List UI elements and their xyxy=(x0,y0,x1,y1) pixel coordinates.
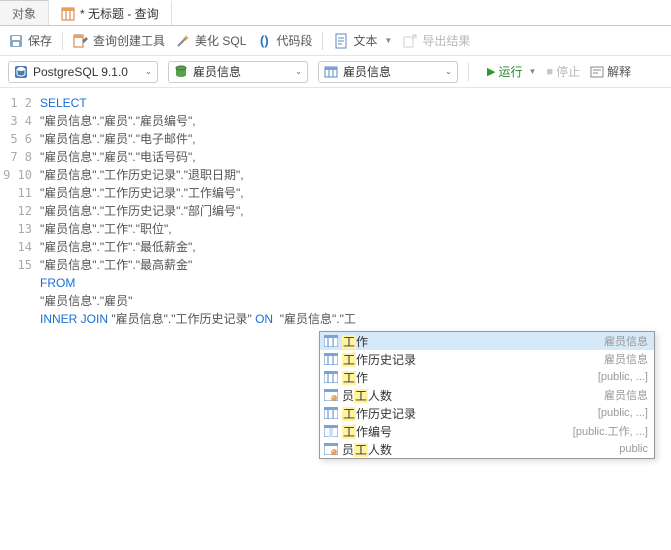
autocomplete-item[interactable]: 工作编号[public.工作, ...] xyxy=(320,422,654,440)
export-label: 导出结果 xyxy=(422,32,470,49)
autocomplete-schema: [public.工作, ...] xyxy=(573,423,648,439)
autocomplete-label: 工作 xyxy=(342,369,594,386)
autocomplete-schema: public xyxy=(619,443,648,455)
stop-button[interactable]: ■ 停止 xyxy=(546,63,580,80)
play-icon: ▶ xyxy=(487,65,495,78)
run-button[interactable]: ▶ 运行 ▼ xyxy=(487,63,536,80)
view-icon xyxy=(324,389,338,401)
separator xyxy=(62,32,63,50)
table-value: 雇员信息 xyxy=(343,63,436,80)
context-bar: PostgreSQL 9.1.0 ⌄ 雇员信息 ⌄ 雇员信息 ⌄ ▶ 运行 ▼ … xyxy=(0,56,671,88)
autocomplete-schema: [public, ...] xyxy=(598,407,648,419)
query-builder-icon xyxy=(73,33,89,49)
autocomplete-label: 工作 xyxy=(342,333,600,350)
wand-icon xyxy=(175,33,191,49)
tab-objects[interactable]: 对象 xyxy=(0,0,49,25)
document-icon xyxy=(333,33,349,49)
autocomplete-item[interactable]: 工作雇员信息 xyxy=(320,332,654,350)
table-icon xyxy=(61,7,75,21)
export-button[interactable]: 导出结果 xyxy=(402,32,470,49)
autocomplete-item[interactable]: 员工人数 public xyxy=(320,440,654,458)
run-label: 运行 xyxy=(498,63,522,80)
explain-button[interactable]: 解释 xyxy=(590,63,631,80)
beautify-label: 美化 SQL xyxy=(195,32,246,49)
table-icon xyxy=(324,335,338,347)
schema-icon xyxy=(173,64,189,80)
separator xyxy=(322,32,323,50)
autocomplete-label: 员工人数 xyxy=(342,387,600,404)
query-builder-label: 查询创建工具 xyxy=(93,32,165,49)
line-gutter: 1 2 3 4 5 6 7 8 9 10 11 12 13 14 15 xyxy=(0,88,40,550)
beautify-button[interactable]: 美化 SQL xyxy=(175,32,246,49)
table-icon xyxy=(324,407,338,419)
database-dropdown[interactable]: PostgreSQL 9.1.0 ⌄ xyxy=(8,61,158,83)
autocomplete-item[interactable]: 工作历史记录雇员信息 xyxy=(320,350,654,368)
stop-icon: ■ xyxy=(546,66,553,78)
stop-label: 停止 xyxy=(556,63,580,80)
sql-editor[interactable]: 1 2 3 4 5 6 7 8 9 10 11 12 13 14 15 SELE… xyxy=(0,88,671,550)
autocomplete-schema: 雇员信息 xyxy=(604,351,648,367)
chevron-down-icon: ⌄ xyxy=(440,61,458,83)
tab-query-label: * 无标题 - 查询 xyxy=(80,5,159,22)
autocomplete-label: 工作历史记录 xyxy=(342,405,594,422)
chevron-down-icon: ▼ xyxy=(528,67,536,76)
save-label: 保存 xyxy=(28,32,52,49)
table-icon xyxy=(323,64,339,80)
schema-value: 雇员信息 xyxy=(193,63,286,80)
autocomplete-schema: 雇员信息 xyxy=(604,387,648,403)
database-icon xyxy=(13,64,29,80)
code-area[interactable]: SELECT "雇员信息"."雇员"."雇员编号", "雇员信息"."雇员"."… xyxy=(40,88,671,550)
tab-bar: 对象 * 无标题 - 查询 xyxy=(0,0,671,26)
text-button[interactable]: 文本 ▼ xyxy=(333,32,392,49)
autocomplete-label: 工作编号 xyxy=(342,423,569,440)
snippet-label: 代码段 xyxy=(276,32,312,49)
view-icon xyxy=(324,443,338,455)
query-builder-button[interactable]: 查询创建工具 xyxy=(73,32,165,49)
autocomplete-label: 员工人数 xyxy=(342,441,615,458)
toolbar: 保存 查询创建工具 美化 SQL () 代码段 文本 ▼ 导出结果 xyxy=(0,26,671,56)
autocomplete-schema: 雇员信息 xyxy=(604,333,648,349)
save-button[interactable]: 保存 xyxy=(8,32,52,49)
table-icon xyxy=(324,371,338,383)
table-dropdown[interactable]: 雇员信息 ⌄ xyxy=(318,61,458,83)
schema-dropdown[interactable]: 雇员信息 ⌄ xyxy=(168,61,308,83)
chevron-down-icon: ⌄ xyxy=(140,61,158,83)
database-value: PostgreSQL 9.1.0 xyxy=(33,65,136,79)
text-label: 文本 xyxy=(353,32,377,49)
autocomplete-schema: [public, ...] xyxy=(598,371,648,383)
explain-label: 解释 xyxy=(607,63,631,80)
autocomplete-item[interactable]: 工作历史记录 [public, ...] xyxy=(320,404,654,422)
chevron-down-icon: ⌄ xyxy=(290,61,308,83)
separator xyxy=(468,63,469,81)
tab-query[interactable]: * 无标题 - 查询 xyxy=(49,0,172,25)
table-icon xyxy=(324,353,338,365)
export-icon xyxy=(402,33,418,49)
autocomplete-item[interactable]: 员工人数雇员信息 xyxy=(320,386,654,404)
snippet-button[interactable]: () 代码段 xyxy=(256,32,312,49)
tab-objects-label: 对象 xyxy=(12,5,36,22)
column-icon xyxy=(324,425,338,437)
autocomplete-item[interactable]: 工作 [public, ...] xyxy=(320,368,654,386)
chevron-down-icon: ▼ xyxy=(384,36,392,45)
run-actions: ▶ 运行 ▼ ■ 停止 解释 xyxy=(487,63,631,80)
explain-icon xyxy=(590,65,604,79)
autocomplete-label: 工作历史记录 xyxy=(342,351,600,368)
code-icon: () xyxy=(256,33,272,49)
autocomplete-popup[interactable]: 工作雇员信息工作历史记录雇员信息工作[public, ...]员工人数雇员信息工… xyxy=(319,331,655,459)
save-icon xyxy=(8,33,24,49)
